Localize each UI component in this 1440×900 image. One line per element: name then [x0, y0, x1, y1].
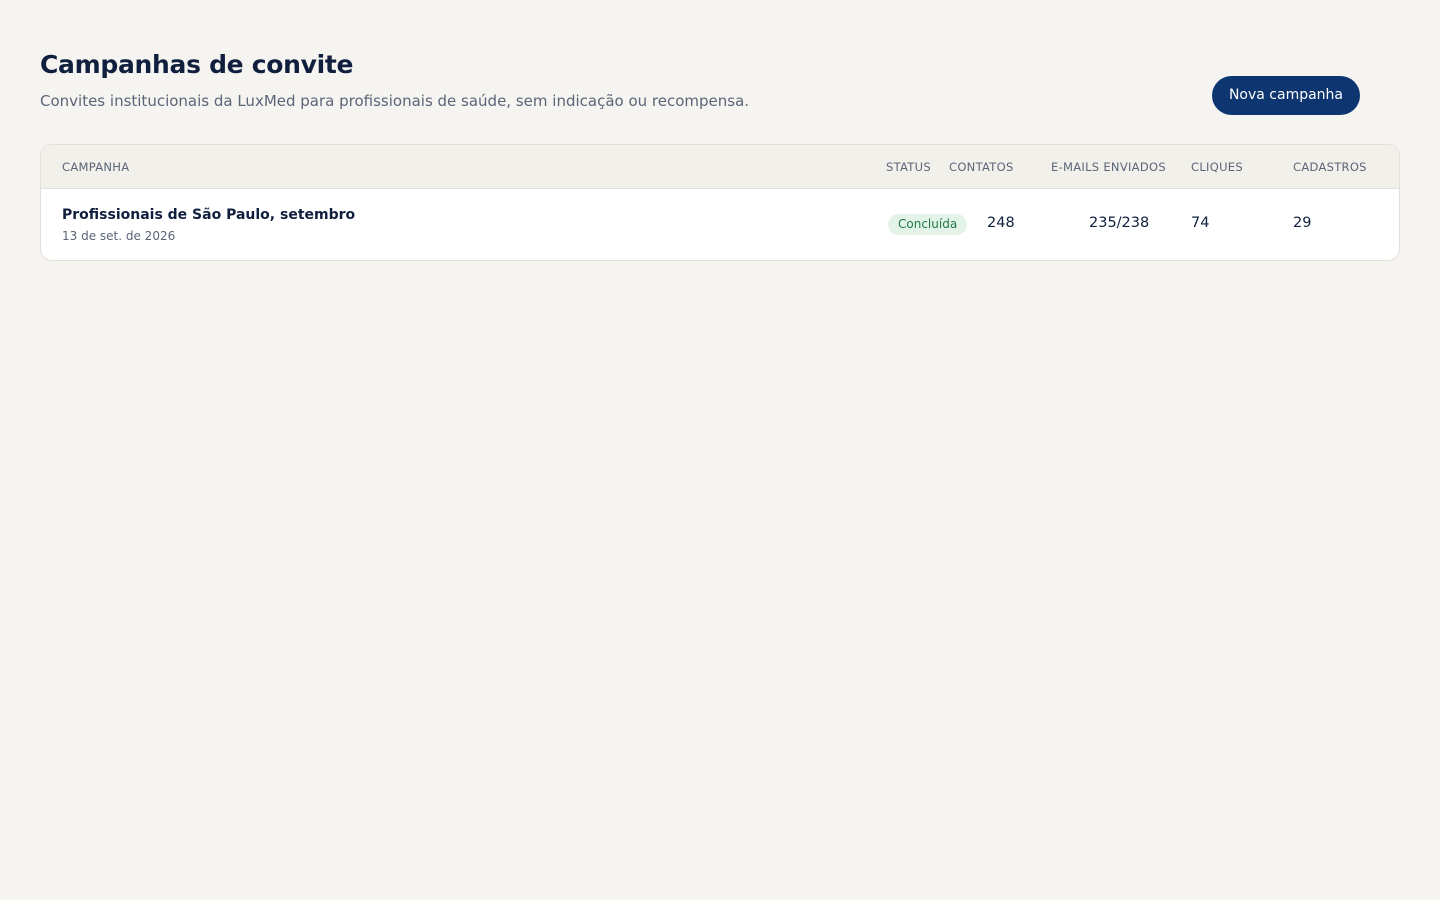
column-header-clicks[interactable]: CLIQUES [1191, 160, 1243, 174]
column-header-campaign[interactable]: CAMPANHA [62, 160, 129, 174]
column-header-status[interactable]: STATUS [886, 160, 931, 174]
emails-sent-count: 235/238 [1089, 215, 1150, 231]
campaigns-table: CAMPANHA STATUS CONTATOS E-MAILS ENVIADO… [40, 144, 1400, 261]
page-header: Campanhas de convite Convites institucio… [40, 0, 1400, 144]
status-badge: Concluída [888, 214, 968, 235]
signups-count: 29 [1293, 215, 1312, 231]
campaign-date: 13 de set. de 2026 [62, 229, 176, 243]
column-header-emails-sent[interactable]: E-MAILS ENVIADOS [1051, 160, 1166, 174]
column-header-signups[interactable]: CADASTROS [1293, 160, 1367, 174]
table-header: CAMPANHA STATUS CONTATOS E-MAILS ENVIADO… [41, 145, 1399, 189]
new-campaign-button[interactable]: Nova campanha [1211, 76, 1360, 115]
contacts-count: 248 [987, 215, 1015, 231]
page: Campanhas de convite Convites institucio… [0, 0, 1440, 900]
campaign-name[interactable]: Profissionais de São Paulo, setembro [62, 207, 355, 223]
clicks-count: 74 [1191, 215, 1210, 231]
column-header-contacts[interactable]: CONTATOS [949, 160, 1014, 174]
page-subtitle: Convites institucionais da LuxMed para p… [40, 92, 750, 110]
page-title: Campanhas de convite [40, 50, 354, 79]
table-row[interactable]: Profissionais de São Paulo, setembro 13 … [41, 189, 1399, 260]
